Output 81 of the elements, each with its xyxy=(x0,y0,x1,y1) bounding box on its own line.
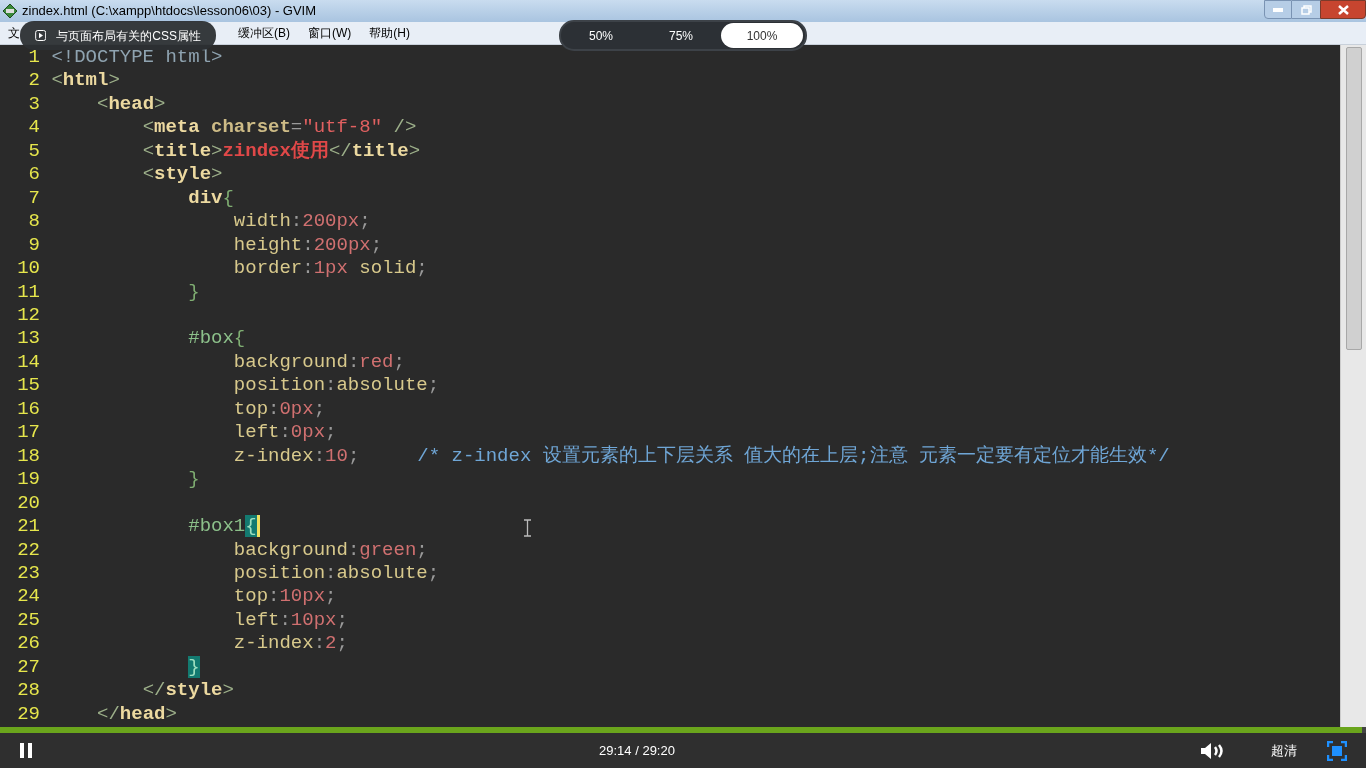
volume-icon[interactable] xyxy=(1201,742,1225,759)
code-line: div{ xyxy=(188,186,234,211)
line-number: 26 xyxy=(17,632,40,656)
line-number: 29 xyxy=(17,702,40,727)
menu-item[interactable]: 文 xyxy=(8,24,20,42)
line-number: 12 xyxy=(17,304,40,328)
code-line: left:0px; xyxy=(233,421,337,445)
code-line: z-index:2; xyxy=(233,632,348,656)
video-title: 与页面布局有关的CSS属性 xyxy=(56,27,201,45)
code-line: background:green; xyxy=(233,538,428,562)
code-line: #box{ xyxy=(188,327,246,351)
line-number: 25 xyxy=(17,608,40,633)
line-number: 21 xyxy=(17,515,40,539)
line-number: 24 xyxy=(17,585,40,609)
code-line: background:red; xyxy=(233,350,405,375)
line-number: 20 xyxy=(17,491,40,516)
line-number: 5 xyxy=(28,139,40,164)
code-line: position:absolute; xyxy=(233,561,440,586)
code-line: left:10px; xyxy=(233,608,348,633)
fullscreen-icon[interactable] xyxy=(1327,740,1347,761)
line-number: 28 xyxy=(17,679,40,703)
speed-option[interactable]: 75% xyxy=(641,23,721,48)
play-icon xyxy=(35,27,47,44)
code-line: <title>zindex使用</title> xyxy=(142,139,421,164)
close-button[interactable] xyxy=(1320,0,1366,19)
line-number: 27 xyxy=(17,655,40,680)
code-line: <html> xyxy=(51,69,120,93)
line-number: 23 xyxy=(17,561,40,586)
code-line: top:0px; xyxy=(233,397,326,422)
playback-time: 29:14 / 29:20 xyxy=(599,741,675,760)
code-line: <head> xyxy=(97,92,166,117)
scrollbar-thumb[interactable] xyxy=(1345,47,1362,350)
line-number: 10 xyxy=(17,257,40,281)
pause-icon[interactable] xyxy=(19,743,33,758)
code-line: <meta charset="utf-8" /> xyxy=(142,116,417,140)
line-number: 11 xyxy=(17,280,40,304)
line-number: 8 xyxy=(28,210,40,234)
menu-item[interactable]: 缓冲区(B) xyxy=(238,24,290,42)
line-number: 15 xyxy=(17,374,40,398)
restore-button[interactable] xyxy=(1292,0,1320,19)
line-number: 18 xyxy=(17,444,40,469)
code-line: height:200px; xyxy=(233,233,383,258)
window-title: zindex.html (C:\xampp\htdocs\lesson06\03) - GVIM xyxy=(22,2,317,21)
code-line: position:absolute; xyxy=(233,374,440,398)
code-line: #box1{ xyxy=(188,515,260,539)
line-number: 9 xyxy=(28,233,40,258)
close-icon xyxy=(1337,4,1349,15)
vim-icon xyxy=(2,3,18,19)
speed-option[interactable]: 50% xyxy=(561,23,641,48)
code-line: z-index:10; xyxy=(233,444,360,469)
menu-item[interactable]: 窗口(W) xyxy=(308,24,352,42)
line-number: 3 xyxy=(28,92,40,117)
menu-item[interactable]: 帮助(H) xyxy=(369,24,410,42)
code-comment: /* z-index 设置元素的上下层关系 值大的在上层;注意 元素一定要有定位才能生效*/ xyxy=(417,444,1170,469)
code-line: </head> xyxy=(97,702,177,727)
code-line: width:200px; xyxy=(233,210,371,234)
speed-option[interactable]: 100% xyxy=(721,23,803,48)
line-number: 22 xyxy=(17,538,40,562)
code-line: top:10px; xyxy=(233,585,337,609)
minimize-button[interactable] xyxy=(1264,0,1292,19)
line-number: 13 xyxy=(17,327,40,351)
restore-icon xyxy=(1300,4,1312,15)
line-number: 7 xyxy=(28,186,40,211)
line-number: 19 xyxy=(17,468,40,492)
code-line: border:1px solid; xyxy=(233,257,428,281)
line-number: 2 xyxy=(28,69,40,93)
line-number: 16 xyxy=(17,397,40,422)
minimize-icon xyxy=(1273,7,1283,12)
code-line: </style> xyxy=(142,679,234,703)
line-number: 14 xyxy=(17,350,40,375)
line-number: 1 xyxy=(28,46,40,70)
scrollbar[interactable] xyxy=(1340,45,1366,727)
line-number: 4 xyxy=(28,116,40,140)
line-number: 6 xyxy=(28,163,40,187)
code-line: <style> xyxy=(142,163,223,187)
code-line: <!DOCTYPE html> xyxy=(51,46,223,70)
line-number: 17 xyxy=(17,421,40,445)
quality-button[interactable]: 超清 xyxy=(1271,740,1297,761)
code-line: } xyxy=(188,468,200,492)
text-cursor-icon xyxy=(523,519,532,537)
code-line: } xyxy=(188,280,200,304)
